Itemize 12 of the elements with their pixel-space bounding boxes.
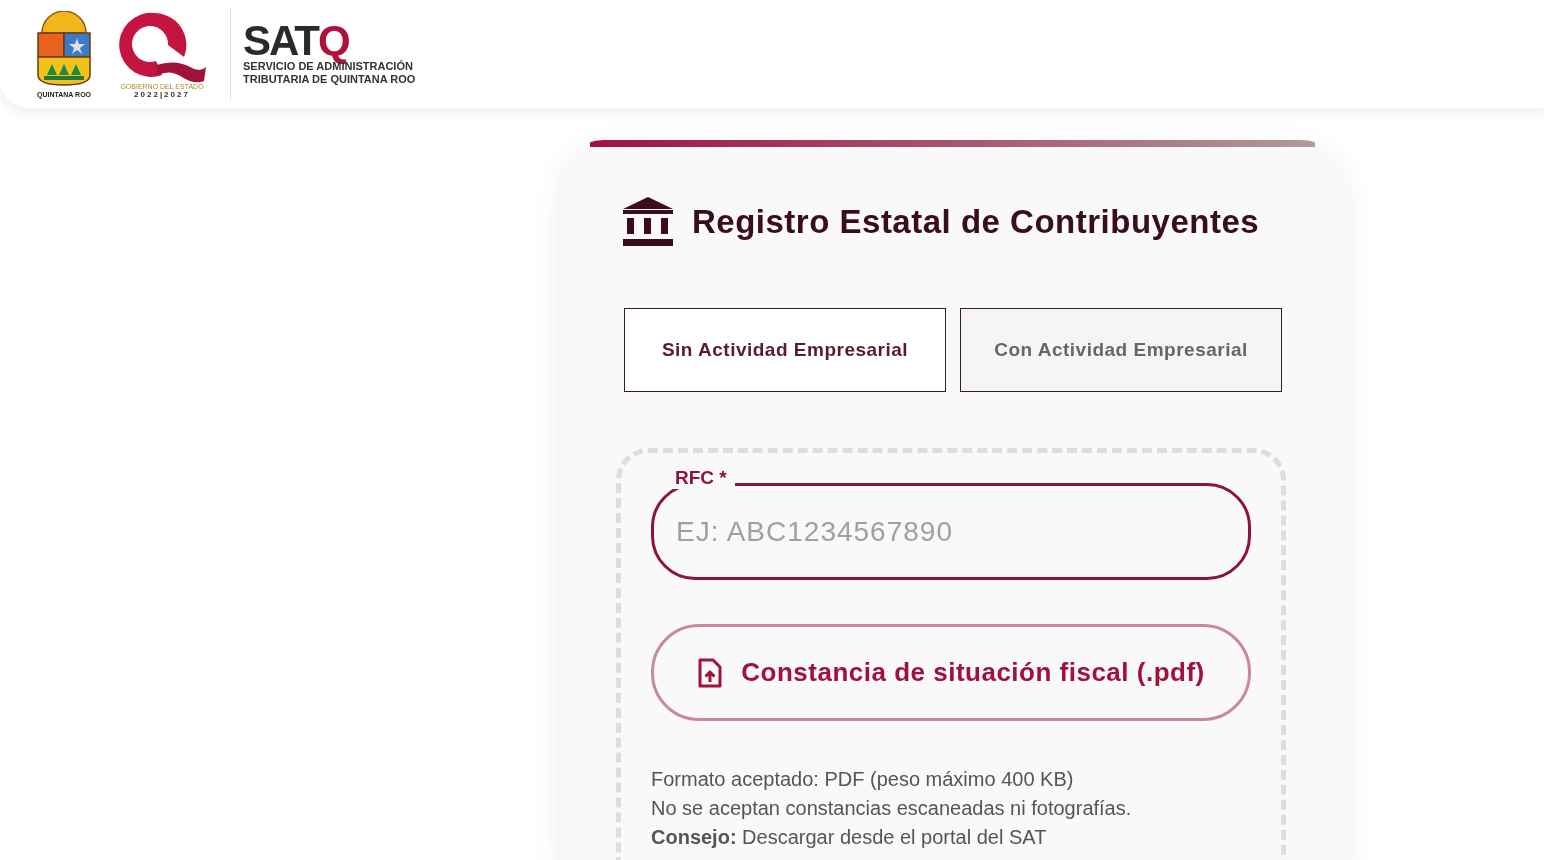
- note-text: Consejo: Descargar desde el portal del SAT: [651, 825, 1048, 850]
- rfc-field[interactable]: EJ: ABC1234567890: [651, 483, 1251, 580]
- card-title: Registro Estatal de Contribuyentes: [692, 203, 1260, 241]
- bank-icon: [622, 196, 674, 248]
- logo-years: 2022|2027: [134, 90, 190, 99]
- upload-button[interactable]: Constancia de situación fiscal (.pdf): [651, 624, 1251, 721]
- tab[interactable]: Sin Actividad Empresarial: [624, 308, 946, 392]
- note-text: Formato aceptado: PDF (peso máximo 400 KB): [651, 767, 1075, 792]
- agency-name: TRIBUTARIA DE QUINTANA ROO: [243, 73, 416, 86]
- note-text: No se aceptan constancias escaneadas ni fotografías.: [651, 796, 1133, 821]
- file-upload-icon: [697, 657, 724, 688]
- tab[interactable]: Con Actividad Empresarial: [960, 308, 1282, 392]
